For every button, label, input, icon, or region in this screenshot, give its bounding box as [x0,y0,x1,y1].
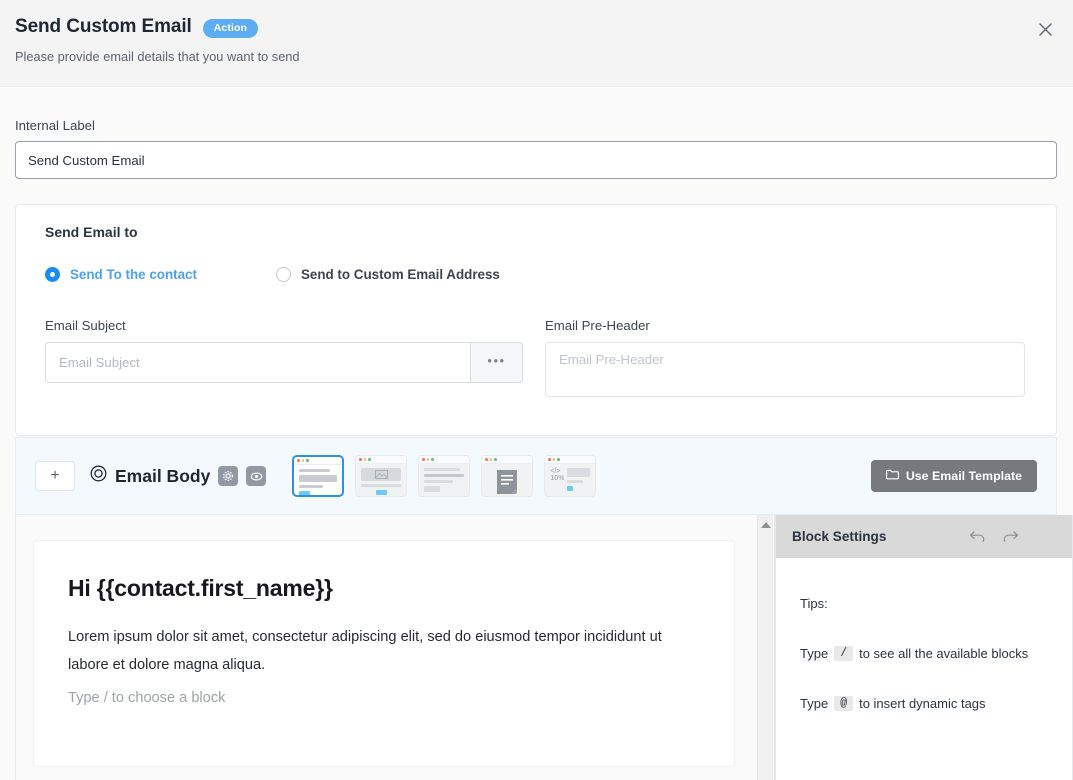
target-circle-icon [90,465,107,487]
email-subject-input[interactable] [45,342,470,383]
editor-paragraph[interactable]: Lorem ipsum dolor sit amet, consectetur … [68,623,700,679]
tips-section: Tips: Type / to see all the available bl… [776,558,1073,711]
history-buttons [969,530,1057,543]
internal-label-label: Internal Label [15,118,95,133]
tip-suffix: to see all the available blocks [859,646,1029,661]
radio-option-send-to-contact[interactable]: Send To the contact [45,267,197,282]
template-thumb-text-list[interactable] [418,455,471,497]
thumb-content [482,464,532,496]
modal-header: Send Custom Email Action Please provide … [0,0,1073,87]
add-block-button[interactable]: + [35,461,75,491]
thumb-content [294,465,342,495]
tip-slash-blocks: Type / to see all the available blocks [800,646,1049,661]
card-inner: Send Email to Send To the contact Send t… [16,205,1056,402]
thumb-chrome-bar [482,456,533,464]
email-subject-input-group: ••• [45,342,523,383]
code-icon: </> 10% [550,468,565,482]
scroll-up-arrow-icon[interactable] [761,522,771,528]
editor-empty-block-placeholder[interactable]: Type / to choose a block [68,690,700,706]
internal-label-input[interactable] [15,141,1057,179]
tip-prefix: Type [800,696,829,711]
thumb-chrome-bar [545,456,596,464]
tips-heading: Tips: [800,596,828,611]
template-thumb-text-and-button[interactable] [292,455,345,497]
redo-arrow-icon[interactable] [1002,530,1019,543]
block-settings-header: Block Settings [776,515,1073,558]
radio-option-custom-address[interactable]: Send to Custom Email Address [275,267,500,282]
internal-label-field-group: Internal Label [15,118,1057,179]
block-settings-panel: Block Settings Tips: Type / to see all t… [775,515,1073,780]
email-body-editor: Hi {{contact.first_name}} Lorem ipsum do… [15,515,775,780]
editor-canvas[interactable]: Hi {{contact.first_name}} Lorem ipsum do… [34,541,734,766]
email-preheader-group: Email Pre-Header [545,318,1025,402]
modal-subtitle: Please provide email details that you wa… [15,49,300,64]
status-badge: Action [202,18,258,38]
tip-key-slash: / [834,646,854,661]
tip-prefix: Type [800,646,829,661]
thumb-chrome-bar [419,456,470,464]
folder-icon [885,469,899,483]
email-subject-more-button[interactable]: ••• [470,342,523,383]
tip-key-at: @ [834,696,854,711]
radio-indicator-custom[interactable] [275,267,291,282]
email-body-title: Email Body [115,465,211,486]
thumb-content [419,464,469,496]
radio-indicator-contact[interactable] [45,267,60,282]
page-title: Send Custom Email [15,16,192,37]
template-thumb-image[interactable] [355,455,408,497]
tip-suffix: to insert dynamic tags [859,696,986,711]
send-email-to-title: Send Email to [45,224,138,240]
email-preheader-input[interactable] [545,342,1025,397]
template-thumb-document[interactable] [481,455,534,497]
send-email-to-card: Send Email to Send To the contact Send t… [15,204,1057,436]
email-preheader-label: Email Pre-Header [545,318,650,333]
block-settings-title: Block Settings [792,529,887,544]
thumb-chrome-bar [294,457,343,465]
use-email-template-button[interactable]: Use Email Template [870,460,1037,492]
subject-preheader-row: Email Subject ••• Email Pre-Header [45,318,1027,402]
send-custom-email-modal: Send Custom Email Action Please provide … [0,0,1073,780]
use-email-template-label: Use Email Template [905,469,1022,483]
template-thumbnail-list: </> 10% [292,455,597,497]
thumb-content [356,464,406,496]
email-subject-label: Email Subject [45,318,126,333]
gear-icon[interactable] [218,466,239,486]
radio-label-contact: Send To the contact [70,267,197,282]
eye-icon[interactable] [246,466,267,486]
editor-heading[interactable]: Hi {{contact.first_name}} [68,575,700,602]
thumb-chrome-bar [356,456,407,464]
tip-at-dynamic-tags: Type @ to insert dynamic tags [800,696,1049,711]
radio-label-custom: Send to Custom Email Address [300,267,500,282]
close-icon[interactable] [1033,17,1057,41]
undo-arrow-icon[interactable] [969,530,986,543]
email-subject-group: Email Subject ••• [45,318,523,402]
email-body-title-group: Email Body [90,465,267,487]
send-email-to-radio-group: Send To the contact Send to Custom Email… [45,267,1027,282]
title-row: Send Custom Email Action [15,16,1073,38]
image-placeholder-icon [361,468,402,481]
thumb-content: </> 10% [545,464,595,495]
document-icon [497,470,518,494]
email-body-toolbar: + Email Body </> 10% Use Email Template [15,437,1057,515]
editor-scrollbar[interactable] [757,515,773,780]
template-thumb-code[interactable]: </> 10% [544,455,597,497]
